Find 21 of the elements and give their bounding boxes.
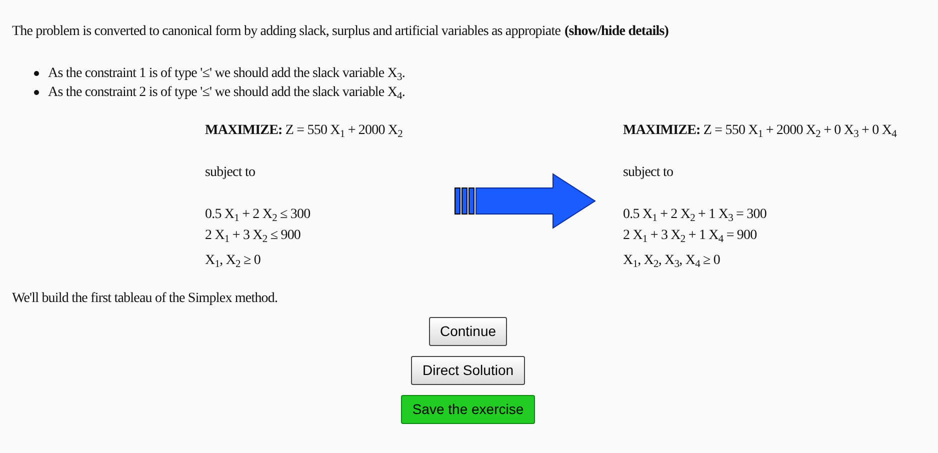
subject-to-label: subject to	[623, 164, 674, 182]
subject-to-label: subject to	[205, 164, 256, 182]
action-button[interactable]: Continue	[428, 317, 508, 346]
objective-function: MAXIMIZE: Z = 550 X$_{1}$ + 2000 X$_{2}$ + 0 X$_{3}$ + 0 X$_{4}$	[623, 122, 898, 141]
constraint-text: 2 X$_{1}$ + 3 X$_{2}$ ≤ 900	[205, 227, 301, 246]
constraint-text: 0.5 X$_{1}$ + 2 X$_{2}$ + 1 X$_{3}$ = 300	[623, 206, 766, 225]
objective-function: MAXIMIZE: Z = 550 X$_{1}$ + 2000 X$_{2}$	[205, 122, 404, 141]
detail-text: As the constraint 2 is of type '≤' we should add the slack variable X$_{4}$.	[48, 84, 406, 102]
intro-text: The problem is converted to canonical form by adding slack, surplus and artificial variables as appropiate	[12, 23, 561, 41]
show-hide-details-link[interactable]: (show/hide details)	[564, 21, 669, 42]
constraint-text: 2 X$_{1}$ + 3 X$_{2}$ + 1 X$_{4}$ = 900	[623, 227, 757, 246]
arrow-icon	[453, 172, 597, 230]
action-button[interactable]: Save the exercise	[401, 395, 535, 424]
next-step-text: We'll build the first tableau of the Simplex method.	[12, 290, 278, 308]
detail-text: As the constraint 1 is of type '≤' we should add the slack variable X$_{3}$.	[48, 65, 406, 83]
nonnegativity-text: X$_{1}$, X$_{2}$ ≥ 0	[205, 252, 260, 271]
bullet-icon	[34, 90, 39, 95]
bullet-icon	[34, 71, 39, 76]
constraint-text: 0.5 X$_{1}$ + 2 X$_{2}$ ≤ 300	[205, 206, 310, 225]
action-button[interactable]: Direct Solution	[411, 356, 525, 385]
nonnegativity-text: X$_{1}$, X$_{2}$, X$_{3}$, X$_{4}$ ≥ 0	[623, 252, 720, 271]
